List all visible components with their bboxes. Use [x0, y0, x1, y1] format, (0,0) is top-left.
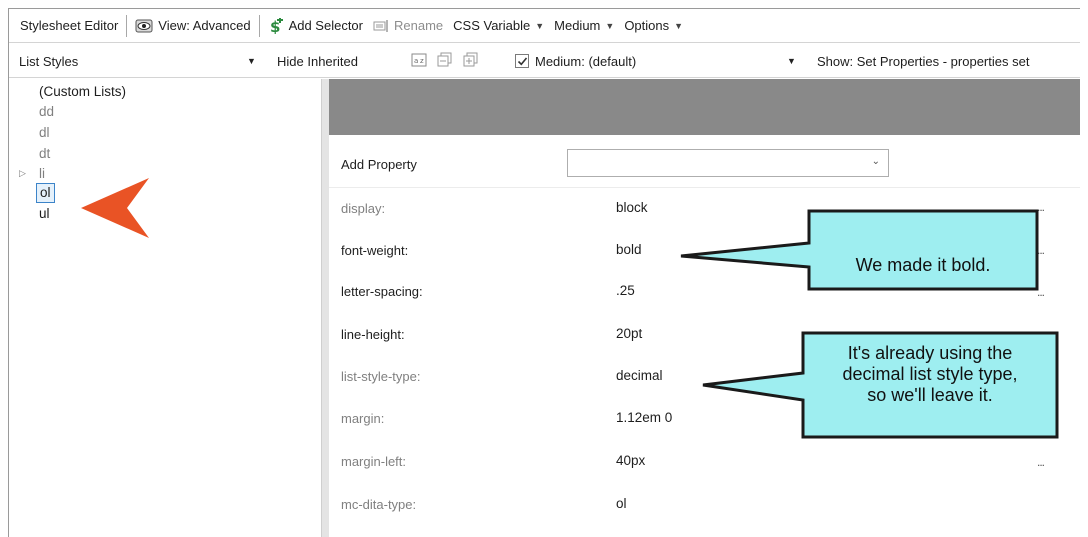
property-name-font-weight: font-weight:	[341, 243, 409, 258]
tree-item-ul[interactable]: ul	[39, 206, 50, 222]
callout-decimal-line: so we'll leave it.	[867, 385, 993, 405]
add-selector-icon: $	[268, 17, 284, 34]
tree-item-dt[interactable]: dt	[39, 146, 50, 162]
eye-icon	[135, 18, 153, 34]
callout-decimal-line: decimal list style type,	[842, 364, 1018, 384]
property-value-font-weight[interactable]: bold	[616, 242, 642, 257]
property-value-margin[interactable]: 1.12em 0	[616, 410, 672, 425]
collapse-all-button[interactable]	[437, 44, 453, 78]
options-label: Options	[624, 18, 670, 33]
property-value-line-height[interactable]: 20pt	[616, 326, 642, 341]
expand-all-button[interactable]	[463, 44, 479, 78]
tree-item-ol[interactable]: ol	[36, 183, 55, 203]
filter-bar: List Styles ▼ Hide Inherited a z Medium:…	[9, 44, 1080, 78]
svg-text:a: a	[414, 57, 418, 65]
property-value-letter-spacing[interactable]: .25	[616, 283, 635, 298]
toolbar-separator	[126, 14, 128, 37]
tree-item-li[interactable]: li	[39, 166, 45, 182]
add-selector-label: Add Selector	[288, 18, 363, 33]
dropdown-arrow-icon: ▼	[247, 56, 256, 66]
tree-item-dl[interactable]: dl	[39, 125, 50, 141]
css-variable-menu[interactable]: CSS Variable ▼	[448, 9, 549, 42]
selector-tree: (Custom Lists) dd dl dt ▷ li ol ul	[9, 79, 321, 537]
collapse-icon	[437, 52, 453, 71]
medium-dropdown[interactable]: Medium: (default) ▼	[515, 44, 799, 78]
sort-alpha-icon: a z	[411, 52, 427, 71]
property-name-margin-left: margin-left:	[341, 454, 407, 469]
dropdown-arrow-icon: ▼	[787, 56, 796, 66]
medium-value: Medium: (default)	[535, 53, 637, 69]
hide-inherited-label: Hide Inherited	[277, 53, 358, 69]
grid-header-band	[329, 79, 1080, 135]
main-toolbar: Stylesheet Editor View: Advanced $ Add S…	[9, 9, 1080, 43]
show-filter-value: Show: Set Properties - properties set	[817, 53, 1030, 69]
chevron-down-icon: ⌄	[871, 156, 880, 167]
chevron-down-icon: ▼	[605, 20, 615, 31]
pointer-arrow-icon	[81, 178, 149, 238]
editor-title: Stylesheet Editor	[20, 18, 119, 33]
expand-icon	[463, 52, 479, 71]
add-property-label: Add Property	[341, 157, 417, 172]
pane-splitter[interactable]	[321, 79, 329, 537]
rename-icon	[373, 19, 389, 33]
medium-checkbox[interactable]	[515, 54, 529, 68]
show-filter-dropdown[interactable]: Show: Set Properties - properties set	[817, 44, 1029, 78]
tree-item-dd[interactable]: dd	[39, 104, 54, 120]
css-variable-label: CSS Variable	[453, 18, 531, 33]
hide-inherited-button[interactable]: Hide Inherited	[277, 44, 358, 78]
rename-button[interactable]: Rename	[368, 9, 448, 42]
expand-triangle-icon[interactable]: ▷	[19, 168, 26, 179]
checkmark-icon	[517, 56, 527, 65]
view-advanced-button[interactable]: View: Advanced	[130, 9, 255, 42]
callout-decimal-line: It's already using the	[847, 343, 1013, 363]
property-name-display: display:	[341, 201, 386, 216]
property-name-line-height: line-height:	[341, 327, 405, 342]
property-name-margin: margin:	[341, 411, 385, 426]
add-property-combobox[interactable]: ⌄	[567, 149, 889, 177]
list-styles-value: List Styles	[19, 53, 79, 69]
medium-label: Medium	[554, 18, 601, 33]
property-value-mc-dita-type[interactable]: ol	[616, 496, 627, 511]
toolbar-separator	[258, 14, 260, 37]
property-value-list-style-type[interactable]: decimal	[616, 368, 663, 383]
svg-text:z: z	[420, 57, 424, 65]
callout-decimal-text: It's already using the decimal list styl…	[803, 343, 1057, 406]
list-styles-dropdown[interactable]: List Styles ▼	[19, 44, 259, 78]
medium-menu[interactable]: Medium ▼	[549, 9, 619, 42]
property-value-margin-left[interactable]: 40px	[616, 453, 645, 468]
stylesheet-editor-window: Stylesheet Editor View: Advanced $ Add S…	[8, 8, 1080, 537]
grid-divider	[329, 187, 1080, 188]
sort-alpha-button[interactable]: a z	[411, 44, 427, 78]
view-advanced-label: View: Advanced	[158, 18, 251, 33]
options-menu[interactable]: Options ▼	[619, 9, 688, 42]
rename-label: Rename	[394, 18, 444, 33]
property-name-mc-dita-type: mc-dita-type:	[341, 497, 417, 512]
properties-grid: Add Property ⌄ display: block ... font-w…	[329, 79, 1080, 537]
chevron-down-icon: ▼	[535, 20, 545, 31]
callout-bold-text: We made it bold.	[855, 255, 991, 275]
chevron-down-icon: ▼	[674, 20, 684, 31]
property-name-letter-spacing: letter-spacing:	[341, 284, 423, 299]
property-value-display[interactable]: block	[616, 200, 648, 215]
add-selector-button[interactable]: $ Add Selector	[263, 9, 368, 42]
tree-item-custom-lists[interactable]: (Custom Lists)	[39, 84, 126, 100]
property-name-list-style-type: list-style-type:	[341, 369, 421, 384]
